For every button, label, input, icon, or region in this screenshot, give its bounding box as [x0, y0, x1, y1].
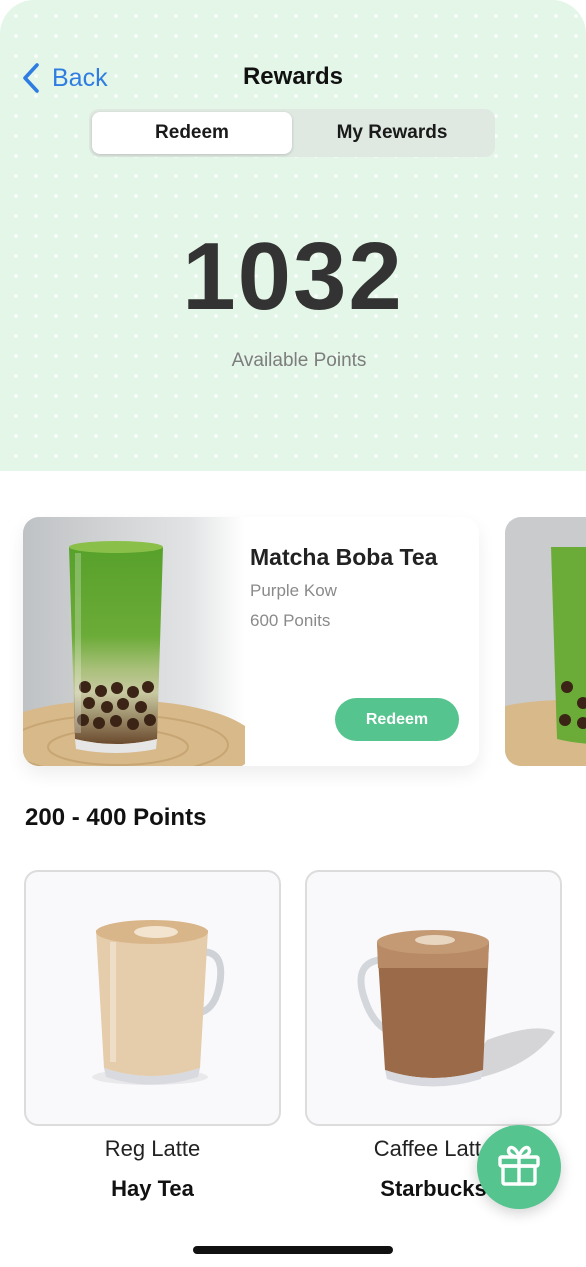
featured-reward-card[interactable]: Matcha Boba Tea Purple Kow 600 Ponits Re…	[23, 517, 479, 766]
points-balance: 1032	[182, 223, 404, 330]
tab-redeem[interactable]: Redeem	[92, 112, 292, 154]
featured-item-vendor: Purple Kow	[250, 581, 337, 600]
caffe-latte-image	[305, 870, 562, 1126]
tab-my-rewards[interactable]: My Rewards	[292, 112, 492, 154]
featured-item-name: Matcha Boba Tea	[250, 544, 438, 570]
featured-item-points: 600 Ponits	[250, 611, 331, 630]
reward-item[interactable]: Reg Latte Hay Tea	[24, 870, 281, 1202]
points-label: Available Points	[231, 350, 367, 371]
reward-item-vendor: Hay Tea	[111, 1176, 194, 1201]
redeem-button[interactable]: Redeem	[335, 698, 459, 741]
reward-item-name: Reg Latte	[104, 1136, 201, 1161]
home-indicator	[193, 1246, 393, 1254]
rewards-screen: Back Rewards Redeem My Rewards 1032 Avai…	[0, 0, 586, 1267]
gift-button[interactable]	[477, 1125, 561, 1209]
section-title: 200 - 400 Points	[25, 804, 207, 831]
next-featured-card[interactable]	[505, 517, 586, 766]
page-title: Rewards	[242, 63, 344, 90]
points-header: Back Rewards Redeem My Rewards 1032 Avai…	[0, 0, 586, 471]
latte-image	[24, 870, 281, 1126]
rewards-tab-control: Redeem My Rewards	[89, 109, 495, 157]
gift-icon	[496, 1142, 542, 1193]
matcha-boba-image	[23, 517, 245, 766]
